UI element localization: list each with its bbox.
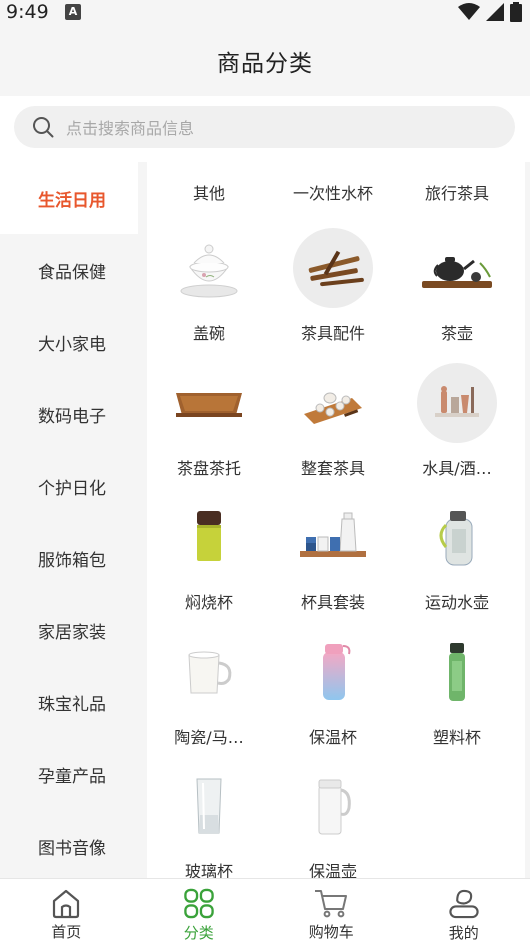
wifi-icon (458, 3, 480, 20)
gaiwan-image (169, 228, 249, 308)
search-placeholder: 点击搜索商品信息 (66, 119, 195, 138)
tea-set-image (293, 363, 373, 443)
sidebar-item-home-decor[interactable]: 家居家装 (0, 594, 138, 666)
tab-cart[interactable]: 购物车 (265, 879, 398, 943)
sidebar-item-label: 珠宝礼品 (38, 694, 106, 715)
grid-item-label: 塑料杯 (432, 727, 481, 747)
battery-icon (510, 2, 522, 22)
tea-tools-image (293, 228, 373, 308)
vacuum-bottle-image (293, 632, 373, 712)
page-title: 商品分类 (217, 51, 313, 77)
grid-item-vacuum-bottle[interactable]: 保温杯 (271, 626, 395, 761)
sidebar-item-label: 数码电子 (38, 406, 106, 427)
tea-tray-image (169, 363, 249, 443)
grid-item-label: 保温杯 (308, 727, 357, 747)
sidebar-item-jewelry-gifts[interactable]: 珠宝礼品 (0, 666, 138, 738)
cup-set-image (293, 497, 373, 577)
category-content: 其他 一次性水杯 旅行茶具 盖碗 茶具配件 茶壶 茶盘茶托 整套茶具 水具/酒…… (147, 162, 525, 878)
cart-icon (315, 890, 348, 918)
subcategory-other[interactable]: 其他 (147, 180, 271, 204)
plastic-bottle-image (417, 632, 497, 712)
notification-badge: A (65, 4, 81, 20)
grid-item-label: 陶瓷/马… (174, 727, 244, 747)
sidebar-item-label: 个护日化 (38, 478, 106, 499)
sidebar-item-label: 图书音像 (38, 838, 106, 859)
grid-item-thermos-jug[interactable]: 保温壶 (271, 760, 395, 878)
grid-item-tea-tray[interactable]: 茶盘茶托 (147, 357, 271, 492)
tab-label: 首页 (51, 923, 82, 941)
grid-item-label: 茶壶 (440, 324, 473, 343)
sidebar-item-digital[interactable]: 数码电子 (0, 378, 138, 450)
grid-item-label: 茶具配件 (300, 324, 365, 343)
category-sidebar: 生活日用 食品保健 大小家电 数码电子 个护日化 服饰箱包 家居家装 珠宝礼品 … (0, 162, 138, 878)
grid-item-bar-tools[interactable]: 水具/酒… (395, 357, 519, 492)
sidebar-item-label: 家居家装 (38, 622, 106, 643)
sidebar-item-appliances[interactable]: 大小家电 (0, 306, 138, 378)
grid-item-thermal-cup[interactable]: 焖烧杯 (147, 491, 271, 626)
product-grid: 盖碗 茶具配件 茶壶 茶盘茶托 整套茶具 水具/酒… 焖烧杯 杯具套装 运动水壶… (147, 222, 525, 878)
grid-item-tea-set[interactable]: 整套茶具 (271, 357, 395, 492)
sidebar-item-daily-use[interactable]: 生活日用 (0, 162, 138, 234)
status-icons (458, 2, 522, 22)
grid-item-label: 整套茶具 (300, 458, 365, 478)
home-icon (53, 889, 80, 919)
grid-item-label: 运动水壶 (424, 593, 489, 612)
grid-item-glass[interactable]: 玻璃杯 (147, 760, 271, 878)
grid-item-ceramic-mug[interactable]: 陶瓷/马… (147, 626, 271, 761)
status-time: 9:49 (6, 1, 49, 23)
subcategory-travel-tea-set[interactable]: 旅行茶具 (395, 180, 519, 204)
search-input[interactable]: 点击搜索商品信息 (14, 106, 515, 148)
sidebar-item-apparel-bags[interactable]: 服饰箱包 (0, 522, 138, 594)
category-icon (183, 888, 214, 919)
sidebar-item-label: 孕童产品 (38, 766, 106, 787)
grid-item-teapot[interactable]: 茶壶 (395, 222, 519, 357)
grid-item-gaiwan[interactable]: 盖碗 (147, 222, 271, 357)
grid-item-label: 水具/酒… (422, 458, 492, 478)
grid-item-cup-set[interactable]: 杯具套装 (271, 491, 395, 626)
tab-label: 我的 (448, 924, 479, 942)
signal-icon (486, 3, 504, 21)
status-bar: 9:49 A (0, 0, 530, 26)
sidebar-item-personal-care[interactable]: 个护日化 (0, 450, 138, 522)
glass-image (169, 766, 249, 846)
subcategory-row: 其他 一次性水杯 旅行茶具 (147, 162, 525, 222)
search-area: 点击搜索商品信息 (0, 96, 530, 162)
grid-item-plastic-bottle[interactable]: 塑料杯 (395, 626, 519, 761)
tab-label: 购物车 (308, 923, 354, 941)
sidebar-item-label: 食品保健 (38, 262, 106, 283)
grid-item-label: 茶盘茶托 (176, 458, 241, 478)
sidebar-item-books-media[interactable]: 图书音像 (0, 810, 138, 878)
grid-item-label: 盖碗 (192, 324, 225, 343)
subcategory-disposable-cups[interactable]: 一次性水杯 (271, 180, 395, 204)
tab-home[interactable]: 首页 (0, 879, 133, 943)
tab-category[interactable]: 分类 (133, 879, 266, 943)
bar-tools-image (417, 362, 497, 443)
grid-item-label: 保温壶 (308, 862, 357, 878)
sidebar-item-label: 服饰箱包 (38, 550, 106, 571)
tab-label: 分类 (183, 924, 214, 942)
bottom-tab-bar: 首页 分类 购物车 我的 (0, 878, 530, 943)
thermos-jug-image (293, 766, 373, 846)
grid-item-label: 焖烧杯 (184, 593, 233, 612)
teapot-image (417, 228, 497, 308)
grid-item-tea-tools[interactable]: 茶具配件 (271, 222, 395, 357)
grid-item-sport-bottle[interactable]: 运动水壶 (395, 491, 519, 626)
grid-item-label: 玻璃杯 (184, 862, 233, 878)
profile-icon (449, 889, 479, 919)
thermal-cup-image (169, 497, 249, 577)
sidebar-item-food-health[interactable]: 食品保健 (0, 234, 138, 306)
page-header: 商品分类 (0, 26, 530, 96)
sidebar-item-label: 生活日用 (38, 190, 106, 211)
mug-image (169, 632, 249, 712)
tab-profile[interactable]: 我的 (398, 879, 530, 943)
sport-bottle-image (417, 497, 497, 577)
sidebar-item-maternity[interactable]: 孕童产品 (0, 738, 138, 810)
grid-item-label: 杯具套装 (300, 593, 365, 612)
search-icon (33, 117, 54, 138)
sidebar-item-label: 大小家电 (38, 334, 106, 355)
